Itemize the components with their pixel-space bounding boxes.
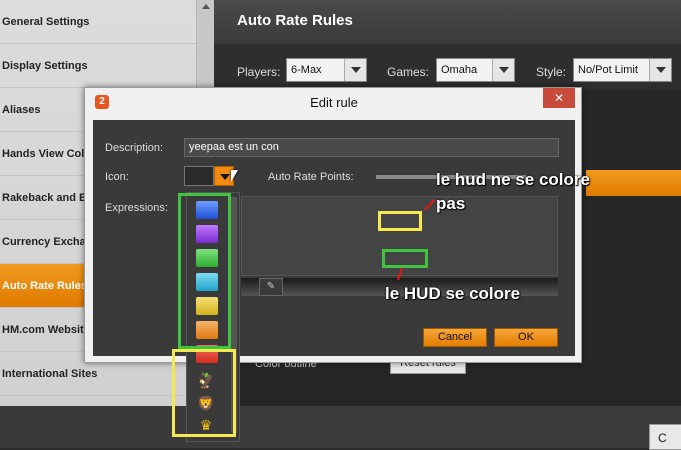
mouse-cursor-icon — [231, 170, 238, 182]
annotation-arrows — [397, 199, 435, 281]
annotation-no-color-line2: pas — [436, 194, 466, 213]
annotation-no-color-line1: le hud ne se colore — [436, 170, 590, 189]
red-arrow — [397, 267, 403, 281]
red-arrow — [424, 199, 435, 211]
annotation-color: le HUD se colore — [385, 284, 521, 303]
